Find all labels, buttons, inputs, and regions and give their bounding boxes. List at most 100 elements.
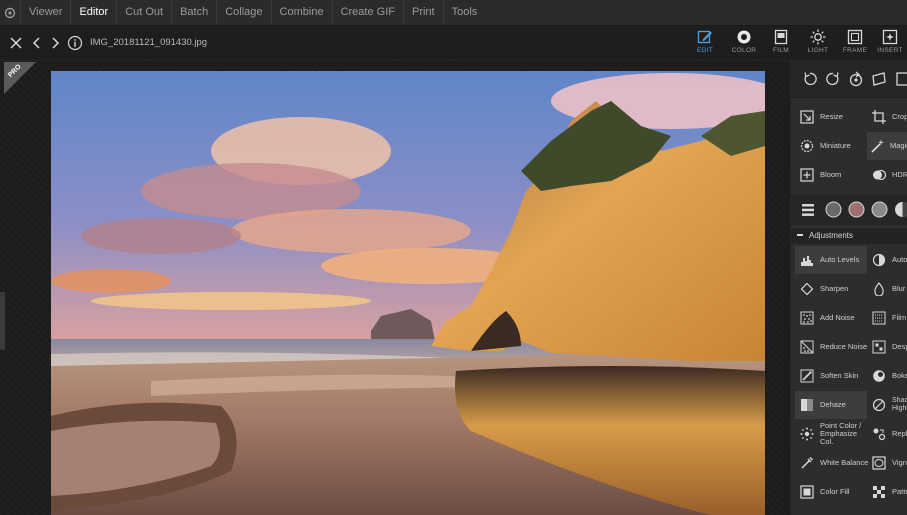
collapse-icon [797, 234, 803, 236]
mode-color-button[interactable]: COLOR [725, 26, 763, 60]
film-icon [774, 29, 788, 45]
bokeh-tool[interactable]: Bokeh [871, 362, 907, 390]
magic-tool[interactable]: Magic [867, 132, 907, 160]
replace-color-label: Repla [892, 428, 907, 438]
rotate-right-icon[interactable] [825, 71, 841, 87]
tool-row: Miniature Magic [791, 132, 907, 160]
point-color-tool[interactable]: Point Color / Emphasize Col. [799, 420, 870, 448]
info-icon[interactable] [66, 34, 84, 52]
bokeh-label: Bokeh [892, 370, 907, 380]
divider [791, 97, 907, 98]
auto-contrast-label: Auto C [892, 254, 907, 264]
mode-insert-button[interactable]: INSERT [873, 26, 907, 60]
menu-collage[interactable]: Collage [216, 0, 270, 25]
replace-color-tool[interactable]: Repla [871, 420, 907, 448]
preset-circle-icon[interactable] [871, 201, 888, 218]
despeckle-icon [871, 339, 887, 355]
bloom-icon [799, 167, 815, 183]
tool-row: Dehaze Shado Highli [791, 391, 907, 419]
tool-row: Auto Levels Auto C [791, 246, 907, 274]
menu-cut-out[interactable]: Cut Out [116, 0, 171, 25]
mode-edit-label: EDIT [696, 47, 713, 54]
shadow-highlight-tool[interactable]: Shado Highli [871, 391, 907, 419]
menu-combine[interactable]: Combine [270, 0, 332, 25]
next-image-icon[interactable] [46, 34, 64, 52]
crop-tool[interactable]: Crop [871, 103, 907, 131]
insert-icon [882, 29, 898, 45]
app-logo-icon[interactable] [0, 0, 20, 25]
mode-light-label: LIGHT [807, 47, 829, 54]
hdr-tool[interactable]: HDR [871, 161, 907, 189]
menu-print[interactable]: Print [402, 0, 443, 25]
preset-circle-icon[interactable] [894, 201, 907, 218]
filename-label: IMG_20181121_091430.jpg [90, 37, 208, 48]
mode-frame-button[interactable]: FRAME [836, 26, 874, 60]
pattern-icon [871, 484, 887, 500]
soften-skin-tool[interactable]: Soften Skin [799, 362, 858, 390]
shadow-highlight-icon [871, 397, 887, 413]
image-canvas[interactable] [0, 61, 790, 515]
blur-icon [871, 281, 887, 297]
menu-bar: Viewer Editor Cut Out Batch Collage Comb… [0, 0, 907, 26]
mode-light-button[interactable]: LIGHT [799, 26, 837, 60]
add-noise-tool[interactable]: Add Noise [799, 304, 855, 332]
hdr-icon [871, 167, 887, 183]
color-fill-tool[interactable]: Color Fill [799, 478, 850, 506]
resize-tool[interactable]: Resize [799, 103, 843, 131]
reduce-noise-tool[interactable]: Reduce Noise [799, 333, 867, 361]
auto-levels-tool[interactable]: Auto Levels [795, 246, 867, 274]
sharpen-icon [799, 281, 815, 297]
vignette-label: Vigne [892, 457, 907, 467]
rotate-left-icon[interactable] [802, 71, 818, 87]
sharpen-tool[interactable]: Sharpen [799, 275, 848, 303]
color-fill-icon [799, 484, 815, 500]
vignette-tool[interactable]: Vigne [871, 449, 907, 477]
pattern-label: Patter [892, 486, 907, 496]
tool-row: Soften Skin Bokeh [791, 362, 907, 390]
left-panel-handle[interactable] [0, 292, 5, 350]
white-balance-tool[interactable]: White Balance [799, 449, 868, 477]
bloom-tool[interactable]: Bloom [799, 161, 841, 189]
landscape-photo [51, 71, 765, 515]
tool-row: Add Noise Film G [791, 304, 907, 332]
pattern-tool[interactable]: Patter [871, 478, 907, 506]
editor-toolbar: IMG_20181121_091430.jpg EDIT COLOR FILM … [0, 26, 907, 60]
despeckle-label: Despe [892, 341, 907, 351]
close-icon[interactable] [7, 34, 25, 52]
free-rotate-icon[interactable] [848, 71, 864, 87]
mode-film-button[interactable]: FILM [762, 26, 800, 60]
menu-batch[interactable]: Batch [171, 0, 216, 25]
film-grain-tool[interactable]: Film G [871, 304, 907, 332]
menu-tools[interactable]: Tools [442, 0, 486, 25]
adjustments-title: Adjustments [809, 231, 854, 240]
dehaze-tool[interactable]: Dehaze [795, 391, 867, 419]
menu-create-gif[interactable]: Create GIF [331, 0, 403, 25]
film-grain-icon [871, 310, 887, 326]
menu-editor[interactable]: Editor [70, 0, 116, 25]
preset-circle-icon[interactable] [825, 201, 842, 218]
auto-levels-icon [799, 252, 815, 268]
flip-icon[interactable] [895, 71, 907, 87]
preset-filter-row [791, 195, 907, 225]
auto-contrast-icon [871, 252, 887, 268]
point-color-label: Point Color / Emphasize Col. [820, 420, 862, 447]
previous-image-icon[interactable] [28, 34, 46, 52]
add-noise-label: Add Noise [820, 312, 855, 322]
auto-levels-label: Auto Levels [820, 254, 860, 264]
add-noise-icon [799, 310, 815, 326]
blur-tool[interactable]: Blur [871, 275, 905, 303]
auto-contrast-tool[interactable]: Auto C [871, 246, 907, 274]
color-icon [737, 30, 751, 44]
presets-list-icon[interactable] [801, 203, 815, 217]
replace-color-icon [871, 426, 887, 442]
preset-circle-icon[interactable] [848, 201, 865, 218]
tool-row: Sharpen Blur [791, 275, 907, 303]
miniature-tool[interactable]: Miniature [799, 132, 851, 160]
hdr-label: HDR [892, 169, 907, 179]
adjustments-header[interactable]: Adjustments [791, 228, 907, 244]
straighten-icon[interactable] [871, 71, 887, 87]
menu-viewer[interactable]: Viewer [20, 0, 70, 25]
sharpen-label: Sharpen [820, 283, 849, 293]
mode-edit-button[interactable]: EDIT [686, 26, 724, 60]
despeckle-tool[interactable]: Despe [871, 333, 907, 361]
